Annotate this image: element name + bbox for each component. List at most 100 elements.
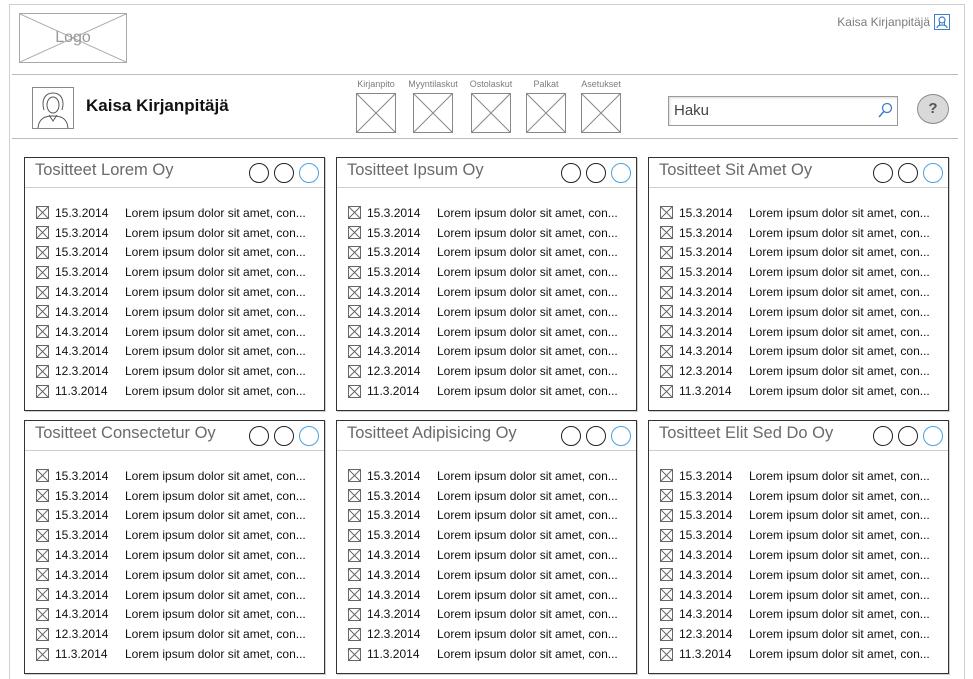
list-item[interactable]: 14.3.2014 Lorem ipsum dolor sit amet, con…	[348, 545, 618, 565]
list-item[interactable]: 11.3.2014 Lorem ipsum dolor sit amet, con…	[348, 381, 618, 401]
list-item[interactable]: 15.3.2014 Lorem ipsum dolor sit amet, con…	[348, 486, 618, 506]
document-thumbnail-icon[interactable]	[660, 344, 673, 358]
list-item[interactable]: 14.3.2014 Lorem ipsum dolor sit amet, con…	[36, 585, 306, 605]
list-item[interactable]: 12.3.2014 Lorem ipsum dolor sit amet, con…	[660, 624, 930, 644]
document-thumbnail-icon[interactable]	[660, 245, 673, 259]
document-thumbnail-icon[interactable]	[36, 607, 49, 621]
list-item[interactable]: 14.3.2014 Lorem ipsum dolor sit amet, con…	[660, 322, 930, 342]
document-thumbnail-icon[interactable]	[36, 627, 49, 641]
document-thumbnail-icon[interactable]	[660, 265, 673, 279]
list-item[interactable]: 15.3.2014 Lorem ipsum dolor sit amet, con…	[36, 506, 306, 526]
document-thumbnail-icon[interactable]	[348, 469, 361, 483]
document-thumbnail-icon[interactable]	[660, 305, 673, 319]
list-item[interactable]: 14.3.2014 Lorem ipsum dolor sit amet, con…	[348, 282, 618, 302]
nav-myyntilaskut-icon[interactable]	[413, 93, 453, 133]
list-item[interactable]: 14.3.2014 Lorem ipsum dolor sit amet, con…	[36, 342, 306, 362]
list-item[interactable]: 11.3.2014 Lorem ipsum dolor sit amet, con…	[660, 381, 930, 401]
document-thumbnail-icon[interactable]	[660, 285, 673, 299]
document-thumbnail-icon[interactable]	[348, 206, 361, 220]
document-thumbnail-icon[interactable]	[348, 607, 361, 621]
panel-option-radio[interactable]	[249, 426, 269, 446]
panel-option-radio[interactable]	[299, 163, 319, 183]
document-thumbnail-icon[interactable]	[348, 344, 361, 358]
list-item[interactable]: 12.3.2014 Lorem ipsum dolor sit amet, con…	[36, 361, 306, 381]
document-thumbnail-icon[interactable]	[348, 588, 361, 602]
list-item[interactable]: 15.3.2014 Lorem ipsum dolor sit amet, con…	[36, 525, 306, 545]
nav-kirjanpito[interactable]: Kirjanpito	[350, 78, 402, 133]
list-item[interactable]: 12.3.2014 Lorem ipsum dolor sit amet, con…	[348, 624, 618, 644]
list-item[interactable]: 15.3.2014 Lorem ipsum dolor sit amet, con…	[660, 223, 930, 243]
list-item[interactable]: 11.3.2014 Lorem ipsum dolor sit amet, con…	[36, 381, 306, 401]
document-thumbnail-icon[interactable]	[348, 647, 361, 661]
list-item[interactable]: 12.3.2014 Lorem ipsum dolor sit amet, con…	[36, 624, 306, 644]
panel-option-radio[interactable]	[561, 426, 581, 446]
panel-option-radio[interactable]	[561, 163, 581, 183]
list-item[interactable]: 14.3.2014 Lorem ipsum dolor sit amet, con…	[348, 322, 618, 342]
panel-option-radio[interactable]	[274, 163, 294, 183]
list-item[interactable]: 15.3.2014 Lorem ipsum dolor sit amet, con…	[36, 486, 306, 506]
list-item[interactable]: 15.3.2014 Lorem ipsum dolor sit amet, con…	[660, 486, 930, 506]
document-thumbnail-icon[interactable]	[36, 265, 49, 279]
document-thumbnail-icon[interactable]	[660, 607, 673, 621]
search-input[interactable]	[674, 102, 869, 119]
list-item[interactable]: 14.3.2014 Lorem ipsum dolor sit amet, con…	[36, 322, 306, 342]
document-thumbnail-icon[interactable]	[348, 265, 361, 279]
nav-ostolaskut-icon[interactable]	[471, 93, 511, 133]
list-item[interactable]: 14.3.2014 Lorem ipsum dolor sit amet, con…	[348, 605, 618, 625]
document-thumbnail-icon[interactable]	[660, 489, 673, 503]
list-item[interactable]: 15.3.2014 Lorem ipsum dolor sit amet, con…	[36, 466, 306, 486]
list-item[interactable]: 12.3.2014 Lorem ipsum dolor sit amet, con…	[348, 361, 618, 381]
list-item[interactable]: 11.3.2014 Lorem ipsum dolor sit amet, con…	[660, 644, 930, 664]
document-thumbnail-icon[interactable]	[36, 245, 49, 259]
nav-ostolaskut[interactable]: Ostolaskut	[465, 78, 517, 133]
panel-option-radio[interactable]	[249, 163, 269, 183]
document-thumbnail-icon[interactable]	[36, 528, 49, 542]
document-thumbnail-icon[interactable]	[36, 508, 49, 522]
document-thumbnail-icon[interactable]	[348, 226, 361, 240]
nav-asetukset[interactable]: Asetukset	[575, 78, 627, 133]
document-thumbnail-icon[interactable]	[348, 364, 361, 378]
list-item[interactable]: 15.3.2014 Lorem ipsum dolor sit amet, con…	[348, 506, 618, 526]
user-icon[interactable]	[934, 14, 950, 30]
list-item[interactable]: 15.3.2014 Lorem ipsum dolor sit amet, con…	[348, 262, 618, 282]
list-item[interactable]: 12.3.2014 Lorem ipsum dolor sit amet, con…	[660, 361, 930, 381]
help-button[interactable]: ?	[917, 94, 949, 124]
document-thumbnail-icon[interactable]	[36, 647, 49, 661]
panel-option-radio[interactable]	[873, 426, 893, 446]
panel-option-radio[interactable]	[586, 163, 606, 183]
search-box[interactable]	[668, 96, 898, 126]
document-thumbnail-icon[interactable]	[348, 627, 361, 641]
search-icon[interactable]	[877, 102, 893, 125]
list-item[interactable]: 15.3.2014 Lorem ipsum dolor sit amet, con…	[348, 525, 618, 545]
document-thumbnail-icon[interactable]	[348, 325, 361, 339]
list-item[interactable]: 14.3.2014 Lorem ipsum dolor sit amet, con…	[660, 545, 930, 565]
list-item[interactable]: 15.3.2014 Lorem ipsum dolor sit amet, con…	[660, 243, 930, 263]
panel-option-radio[interactable]	[611, 163, 631, 183]
document-thumbnail-icon[interactable]	[348, 528, 361, 542]
nav-palkat-icon[interactable]	[526, 93, 566, 133]
document-thumbnail-icon[interactable]	[36, 325, 49, 339]
document-thumbnail-icon[interactable]	[660, 508, 673, 522]
document-thumbnail-icon[interactable]	[660, 364, 673, 378]
list-item[interactable]: 14.3.2014 Lorem ipsum dolor sit amet, con…	[348, 342, 618, 362]
document-thumbnail-icon[interactable]	[660, 226, 673, 240]
document-thumbnail-icon[interactable]	[348, 285, 361, 299]
document-thumbnail-icon[interactable]	[36, 226, 49, 240]
list-item[interactable]: 15.3.2014 Lorem ipsum dolor sit amet, con…	[36, 262, 306, 282]
panel-option-radio[interactable]	[873, 163, 893, 183]
list-item[interactable]: 15.3.2014 Lorem ipsum dolor sit amet, con…	[660, 466, 930, 486]
document-thumbnail-icon[interactable]	[348, 568, 361, 582]
document-thumbnail-icon[interactable]	[36, 305, 49, 319]
document-thumbnail-icon[interactable]	[36, 384, 49, 398]
document-thumbnail-icon[interactable]	[36, 568, 49, 582]
list-item[interactable]: 14.3.2014 Lorem ipsum dolor sit amet, con…	[660, 342, 930, 362]
document-thumbnail-icon[interactable]	[36, 364, 49, 378]
document-thumbnail-icon[interactable]	[660, 384, 673, 398]
document-thumbnail-icon[interactable]	[660, 647, 673, 661]
panel-option-radio[interactable]	[299, 426, 319, 446]
list-item[interactable]: 15.3.2014 Lorem ipsum dolor sit amet, con…	[36, 223, 306, 243]
list-item[interactable]: 14.3.2014 Lorem ipsum dolor sit amet, con…	[660, 585, 930, 605]
nav-asetukset-icon[interactable]	[581, 93, 621, 133]
document-thumbnail-icon[interactable]	[36, 489, 49, 503]
document-thumbnail-icon[interactable]	[660, 588, 673, 602]
